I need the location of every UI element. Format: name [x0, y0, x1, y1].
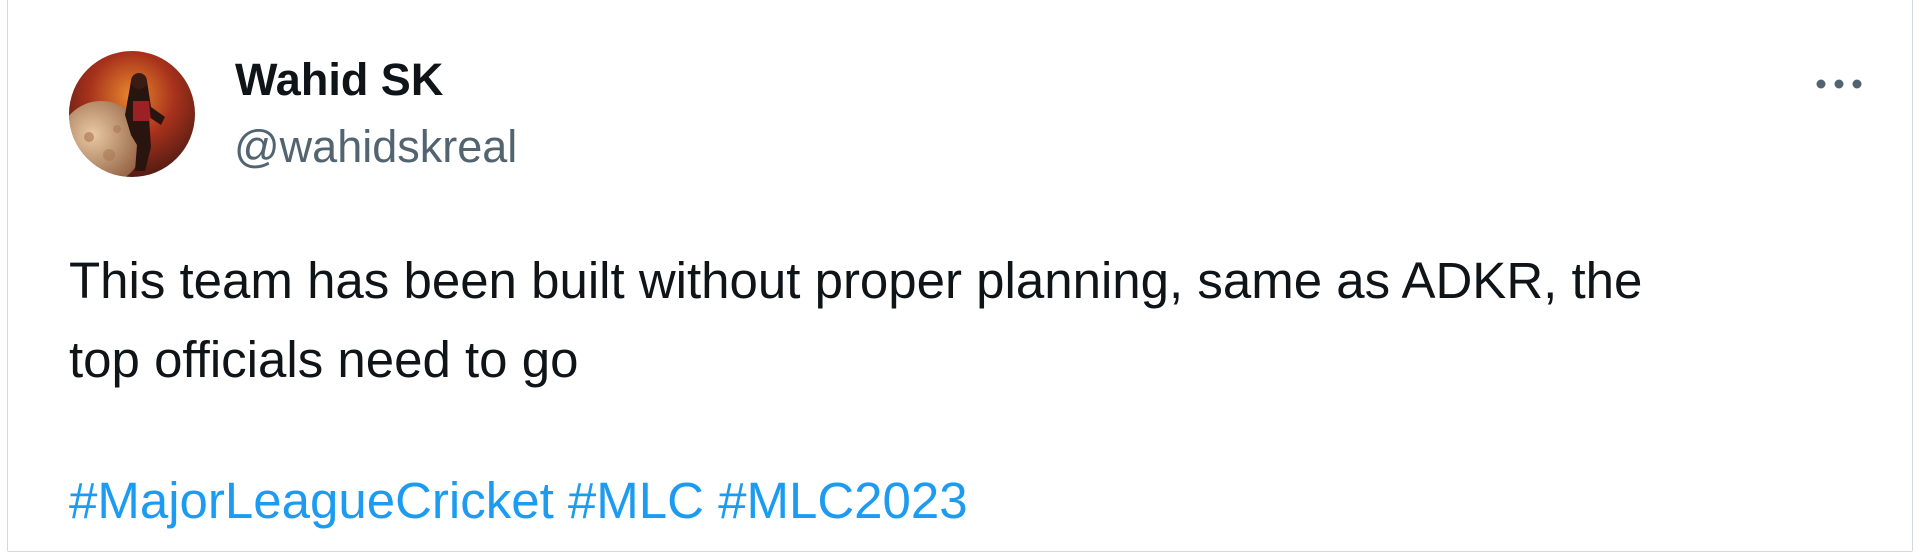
- hashtag-link[interactable]: #MajorLeagueCricket: [69, 472, 554, 529]
- tweet-text-line: This team has been built without proper …: [69, 252, 1643, 309]
- more-horizontal-icon: [1816, 79, 1862, 89]
- hashtag-link[interactable]: #MLC2023: [718, 472, 968, 529]
- hashtag-link[interactable]: #MLC: [568, 472, 704, 529]
- hashtags: #MajorLeagueCricket #MLC #MLC2023: [69, 466, 968, 536]
- author-name[interactable]: Wahid SK: [235, 57, 443, 102]
- avatar-image: [69, 51, 195, 177]
- avatar[interactable]: [69, 51, 195, 177]
- author-handle[interactable]: @wahidskreal: [234, 124, 517, 169]
- more-options-button[interactable]: [1810, 67, 1868, 101]
- tweet-text-line: top officials need to go: [69, 331, 579, 388]
- tweet-text: This team has been built without proper …: [69, 241, 1869, 399]
- tweet-card: Wahid SK @wahidskreal This team has been…: [7, 0, 1913, 552]
